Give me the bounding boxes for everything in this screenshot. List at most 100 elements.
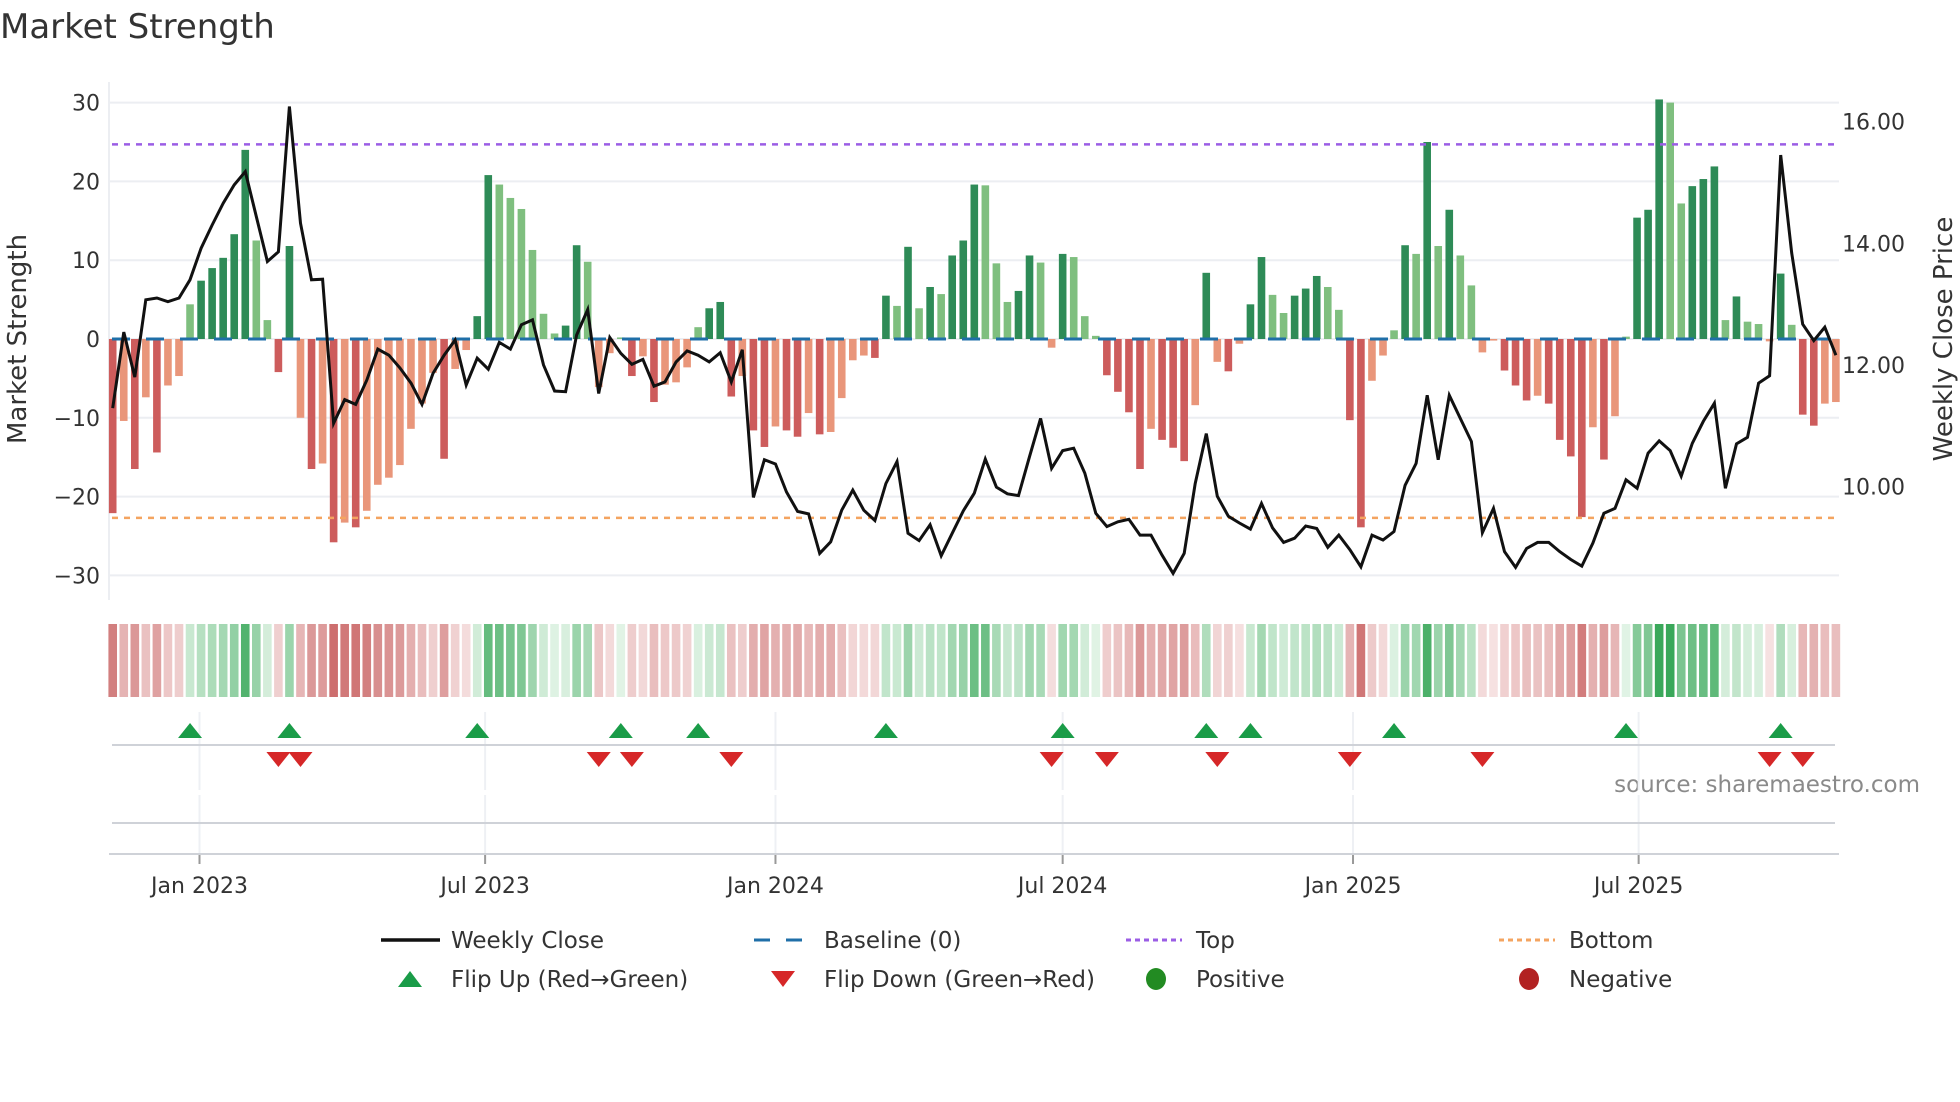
strip-cell: [914, 624, 924, 697]
strip-cell: [947, 624, 957, 697]
strip-cell: [693, 624, 703, 697]
legend-item: Flip Up (Red→Green): [398, 967, 688, 993]
strength-bar: [340, 339, 349, 523]
strength-bar: [882, 295, 890, 339]
strip-cell: [240, 624, 250, 697]
strength-bar: [1312, 275, 1321, 339]
legend-item: Weekly Close: [381, 928, 604, 954]
legend-label: Flip Down (Green→Red): [824, 967, 1095, 993]
strength-bar: [1125, 339, 1133, 413]
x-tick-label: Jul 2024: [1016, 874, 1108, 899]
flip-up-marker: [1238, 723, 1263, 738]
strength-bars: [108, 99, 1840, 543]
strip-cell: [1257, 624, 1266, 697]
strength-bar: [142, 339, 150, 398]
strip-cell: [1080, 624, 1090, 697]
strip-cell: [1334, 624, 1344, 697]
strength-bar: [937, 294, 945, 339]
strength-bar: [1202, 272, 1211, 339]
strength-bar: [1412, 253, 1420, 339]
strip-cell: [782, 624, 791, 697]
market-strength-chart: Market Strength Market Strength Weekly C…: [0, 0, 1960, 1102]
strength-bar: [1478, 339, 1487, 353]
strength-bar: [1401, 245, 1409, 339]
strip-cell: [793, 624, 802, 697]
strip-cell: [1323, 624, 1333, 697]
strip-cell: [373, 624, 383, 697]
strength-bar: [970, 184, 979, 339]
strength-bar: [506, 197, 515, 339]
strip-cell: [870, 624, 880, 697]
strength-heat-strip: [108, 624, 1841, 697]
legend-item: Baseline (0): [754, 928, 961, 954]
strength-bar: [1213, 339, 1222, 362]
strength-bar: [727, 339, 736, 397]
strength-bar: [826, 339, 835, 432]
strength-bar: [1721, 320, 1730, 339]
strip-cell: [130, 624, 140, 697]
strength-bar: [296, 339, 305, 418]
strength-bar: [1754, 324, 1763, 339]
strength-bar: [959, 240, 968, 339]
flip-up-marker: [1768, 723, 1793, 738]
strip-cell: [1124, 624, 1134, 697]
strip-cell: [1146, 624, 1156, 697]
strip-cell: [152, 624, 162, 697]
strength-bar: [263, 320, 272, 339]
strip-cell: [1367, 624, 1377, 697]
strength-bar: [1368, 339, 1376, 381]
strength-bar: [186, 304, 194, 339]
strength-bar: [1103, 339, 1111, 376]
strip-cell: [760, 624, 769, 697]
strength-bar: [1268, 294, 1277, 339]
strength-bar: [1489, 339, 1498, 341]
strength-bar: [473, 316, 482, 339]
strip-cell: [583, 624, 592, 697]
strip-cell: [969, 624, 979, 697]
strength-bar: [1677, 203, 1686, 339]
strength-bar: [981, 185, 990, 339]
strip-cell: [660, 624, 670, 697]
strip-cell: [605, 624, 615, 697]
strip-cell: [771, 624, 780, 697]
strength-bar: [208, 268, 216, 339]
strip-cell: [1422, 624, 1432, 697]
strip-cell: [1389, 624, 1399, 697]
strength-bar: [517, 208, 526, 339]
strength-bar: [572, 245, 581, 339]
flip-up-marker: [1382, 723, 1407, 738]
strip-cell: [1301, 624, 1310, 697]
strength-bar: [1600, 339, 1608, 460]
legend-label: Top: [1195, 928, 1235, 954]
strength-bar: [1069, 257, 1078, 339]
strength-bar: [219, 257, 227, 339]
strength-bar: [1191, 339, 1200, 406]
strength-bar: [1346, 339, 1354, 421]
strip-cell: [163, 624, 173, 697]
strength-bar: [1257, 257, 1266, 339]
x-tick-label: Jul 2025: [1592, 874, 1684, 899]
flip-up-marker: [1194, 723, 1219, 738]
strength-bar: [1798, 339, 1807, 415]
strength-bar: [1511, 339, 1520, 386]
strength-bar: [1732, 296, 1741, 339]
strip-cell: [495, 624, 504, 697]
flip-down-marker: [586, 752, 611, 767]
strength-bar: [1390, 330, 1398, 339]
strength-bar: [1743, 321, 1752, 339]
strip-cell: [594, 624, 604, 697]
strip-cell: [274, 624, 283, 697]
strip-cell: [1378, 624, 1388, 697]
strip-cell: [726, 624, 736, 697]
strip-cell: [263, 624, 272, 697]
strength-bar: [274, 339, 283, 373]
strip-cell: [329, 624, 338, 697]
strip-cell: [1500, 624, 1509, 697]
strength-bar: [948, 255, 957, 339]
strength-bar: [495, 184, 504, 339]
legend-circle-green-icon: [1146, 968, 1166, 990]
strip-cell: [483, 624, 493, 697]
flip-up-marker: [608, 723, 633, 738]
strip-cell: [340, 624, 349, 697]
x-tick-label: Jan 2024: [725, 874, 824, 899]
